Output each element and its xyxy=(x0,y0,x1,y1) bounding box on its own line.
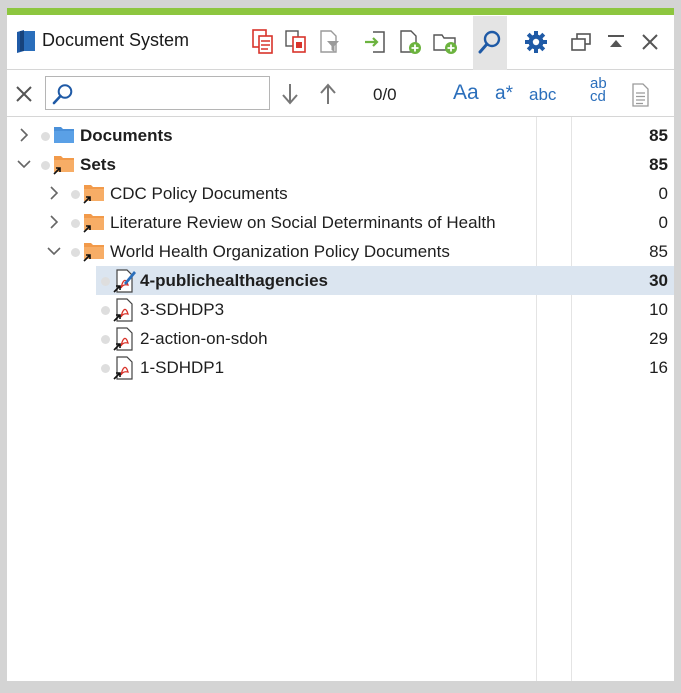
whole-word-button[interactable]: abc xyxy=(529,85,556,105)
status-dot[interactable] xyxy=(41,132,50,141)
expand-chevron-icon[interactable] xyxy=(17,128,31,142)
tree-row[interactable]: Sets 85 xyxy=(7,150,674,179)
tree-row[interactable]: Documents 85 xyxy=(7,121,674,150)
search-results-document-icon[interactable] xyxy=(628,82,652,108)
status-dot[interactable] xyxy=(41,161,50,170)
folder-set-icon xyxy=(83,182,105,204)
tree-row[interactable]: CDC Policy Documents 0 xyxy=(7,179,674,208)
filter-document-icon[interactable] xyxy=(316,27,344,57)
tree-row[interactable]: Literature Review on Social Determinants… xyxy=(7,208,674,237)
status-dot[interactable] xyxy=(71,219,80,228)
tree-row-label: 1-SDHDP1 xyxy=(140,358,225,377)
tree-row[interactable]: World Health Organization Policy Documen… xyxy=(7,237,674,266)
match-count: 0/0 xyxy=(373,85,397,104)
document-system-icon xyxy=(15,29,37,53)
tree-row-label: 2-action-on-sdoh xyxy=(140,329,268,348)
tree-row-count: 0 xyxy=(658,213,668,232)
title-bar: Document System xyxy=(7,15,674,70)
tree-row[interactable]: 1-SDHDP1 16 xyxy=(7,353,674,382)
tree-row-count: 0 xyxy=(658,184,668,203)
previous-match-arrow-up-icon[interactable] xyxy=(316,81,340,107)
pdf-icon xyxy=(113,356,135,380)
tree-row[interactable]: 3-SDHDP3 10 xyxy=(7,295,674,324)
tree-row-label: World Health Organization Policy Documen… xyxy=(110,242,450,261)
search-input[interactable] xyxy=(45,76,270,110)
close-panel-icon[interactable] xyxy=(636,28,664,56)
status-dot[interactable] xyxy=(101,306,110,315)
pdf-icon xyxy=(113,298,135,322)
tree-row-count: 85 xyxy=(649,242,668,261)
tree-row-label: Documents xyxy=(80,126,173,145)
search-icon xyxy=(478,30,501,54)
tree-row[interactable]: 4-publichealthagencies 30 xyxy=(7,266,674,295)
pdf-icon xyxy=(113,327,135,351)
folder-set-icon xyxy=(83,240,105,262)
search-field-icon xyxy=(51,82,75,106)
replace-button[interactable]: ab cd xyxy=(590,76,607,104)
document-tree: Documents 85 Sets 85 CDC Policy Documents 0 Li… xyxy=(7,117,674,681)
settings-gear-icon[interactable] xyxy=(521,27,551,57)
status-dot[interactable] xyxy=(101,335,110,344)
close-search-icon[interactable] xyxy=(13,83,35,105)
tree-row-count: 85 xyxy=(649,126,668,145)
expand-chevron-icon[interactable] xyxy=(47,186,61,200)
folder-blue-icon xyxy=(53,124,75,146)
import-document-icon[interactable] xyxy=(361,27,389,57)
collapse-chevron-icon[interactable] xyxy=(17,157,31,171)
expand-chevron-icon[interactable] xyxy=(47,215,61,229)
status-dot[interactable] xyxy=(71,248,80,257)
tree-row-label: 4-publichealthagencies xyxy=(140,271,328,290)
tree-row-label: Literature Review on Social Determinants… xyxy=(110,213,496,232)
status-dot[interactable] xyxy=(101,364,110,373)
collapse-panel-icon[interactable] xyxy=(602,28,630,56)
tree-row-count: 29 xyxy=(649,329,668,348)
tree-row-count: 16 xyxy=(649,358,668,377)
tree-row-label: CDC Policy Documents xyxy=(110,184,288,203)
status-dot[interactable] xyxy=(71,190,80,199)
duplicate-document-icon[interactable] xyxy=(282,27,310,57)
copy-documents-icon[interactable] xyxy=(249,27,277,57)
tree-row-count: 85 xyxy=(649,155,668,174)
new-document-icon[interactable] xyxy=(396,27,424,57)
document-system-panel: Document System 0/0 Aa a* abc ab cd Docu… xyxy=(7,8,674,681)
window-title: Document System xyxy=(42,30,190,50)
collapse-chevron-icon[interactable] xyxy=(47,244,61,258)
match-case-button[interactable]: Aa xyxy=(453,81,479,105)
undock-window-icon[interactable] xyxy=(567,28,595,56)
tree-row-count: 10 xyxy=(649,300,668,319)
folder-set-icon xyxy=(83,211,105,233)
new-document-set-icon[interactable] xyxy=(430,27,460,57)
folder-set-icon xyxy=(53,153,75,175)
next-match-arrow-down-icon[interactable] xyxy=(278,81,302,107)
search-toggle-button[interactable] xyxy=(473,16,507,70)
tree-row-label: 3-SDHDP3 xyxy=(140,300,225,319)
pdf-edit-icon xyxy=(113,269,136,293)
tree-row[interactable]: 2-action-on-sdoh 29 xyxy=(7,324,674,353)
tree-row-label: Sets xyxy=(80,155,116,174)
tree-row-count: 30 xyxy=(649,271,668,290)
search-bar: 0/0 Aa a* abc ab cd xyxy=(7,70,674,117)
regex-button[interactable]: a* xyxy=(495,83,513,105)
status-dot[interactable] xyxy=(101,277,110,286)
